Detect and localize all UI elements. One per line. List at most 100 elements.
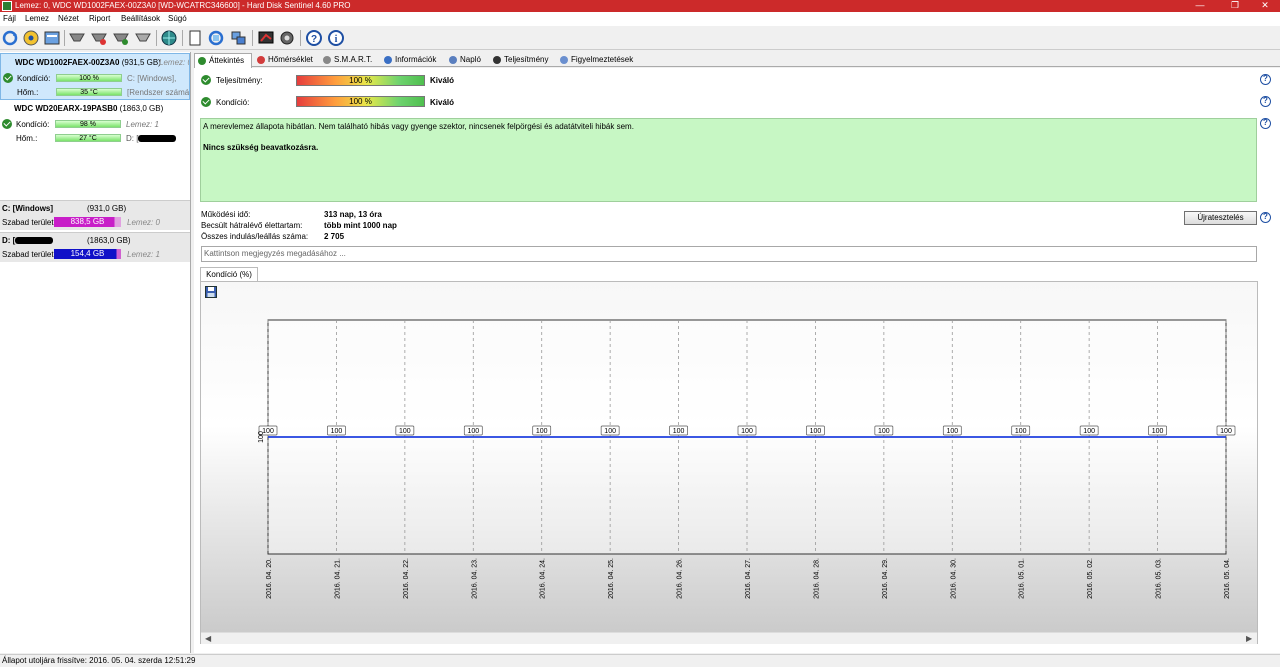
partition-item-c[interactable]: C: [Windows] (931,0 GB) Szabad terület 8… [0,200,190,230]
svg-text:i: i [335,34,338,45]
health-label: Kondíció: [17,74,51,83]
tab-overview[interactable]: Áttekintés [194,53,252,68]
scroll-left-icon[interactable]: ◀ [205,634,211,643]
disk-test-icon[interactable] [68,29,86,47]
redacted-label [15,237,54,245]
title-bar: Lemez: 0, WDC WD1002FAEX-00Z3A0 [WD-WCAT… [0,0,1280,12]
disk-partition-info: C: [Windows], [127,74,177,83]
log-icon [449,56,457,64]
network-icon[interactable] [229,29,247,47]
tab-temperature[interactable]: Hőmérséklet [254,53,318,67]
disk-list-panel: WDC WD1002FAEX-00Z3A0 (931,5 GB) Lemez: … [0,52,191,653]
free-space-bar: 154,4 GB [54,249,121,259]
health-rating: Kiváló [430,98,455,107]
status-bar: Állapot utoljára frissítve: 2016. 05. 04… [0,654,1280,667]
menu-disk[interactable]: Lemez [25,14,49,24]
lifetime-label: Becsült hátralévő élettartam: [201,221,303,230]
menu-file[interactable]: Fájl [3,14,16,24]
x-tick-label: 2016. 05. 03. [1156,558,1163,599]
info-icon [384,56,392,64]
health-bar: 98 % [55,120,121,128]
data-label: 100 [1152,428,1164,435]
x-tick-label: 2016. 04. 24. [540,558,547,599]
tab-information[interactable]: Információk [381,53,441,67]
retest-help-icon[interactable]: ? [1260,212,1271,223]
sync-icon[interactable] [207,29,225,47]
document-icon[interactable] [186,29,204,47]
disk-item-1[interactable]: WDC WD20EARX-19PASB0 (1863,0 GB) Kondíci… [0,100,190,147]
partition-name: D: [ [2,236,54,245]
ok-check-icon [3,73,13,83]
partition-disk-number: Lemez: 1 [127,250,160,259]
scroll-right-icon[interactable]: ▶ [1246,634,1252,643]
disk-scan-icon[interactable] [22,29,40,47]
power-on-label: Működési idő: [201,210,251,219]
free-space-label: Szabad terület [2,250,54,259]
x-tick-label: 2016. 04. 22. [403,558,410,599]
ok-check-icon [2,119,12,129]
x-tick-label: 2016. 04. 30. [950,558,957,599]
status-text: A merevlemez állapota hibátlan. Nem talá… [203,122,634,131]
power-on-value: 313 nap, 13 óra [324,210,382,219]
chart-tab-health[interactable]: Kondíció (%) [200,267,258,281]
repair-icon[interactable] [112,29,130,47]
web-icon[interactable] [160,29,178,47]
note-input[interactable]: Kattintson megjegyzés megadásához ... [201,246,1257,262]
report-icon[interactable] [43,29,61,47]
partition-name: C: [Windows] [2,204,54,213]
free-space-bar: 838,5 GB [54,217,121,227]
health-bar: 100 % [296,96,425,107]
retest-button[interactable]: Újratesztelés [1184,211,1257,225]
settings-icon[interactable] [278,29,296,47]
tab-smart[interactable]: S.M.A.R.T. [320,53,377,67]
performance-rating: Kiváló [430,76,455,85]
lifetime-value: több mint 1000 nap [324,221,397,230]
info-icon[interactable]: i [327,29,345,47]
menu-view[interactable]: Nézet [58,14,79,24]
overview-content: Teljesítmény: 100 % Kiváló ? Kondíció: 1… [194,68,1280,653]
data-label: 100 [604,428,616,435]
x-tick-label: 2016. 04. 23. [471,558,478,599]
refresh-icon[interactable] [1,29,19,47]
menu-settings[interactable]: Beállítások [121,14,160,24]
x-tick-label: 2016. 05. 01. [1019,558,1026,599]
partition-size: (931,0 GB) [87,204,127,213]
health-chart-area: 100 100 100 100 100 100 100 100 100 100 100 100 100 1… [200,281,1258,644]
tab-alerts[interactable]: Figyelmeztetések [557,53,637,67]
partition-item-d[interactable]: D: [ (1863,0 GB) Szabad terület 154,4 GB… [0,232,190,262]
disk-partition-info-2: [Rendszer számára fenntartott] [127,88,189,97]
performance-icon[interactable] [257,29,275,47]
performance-help-icon[interactable]: ? [1260,74,1271,85]
x-tick-label: 2016. 04. 27. [745,558,752,599]
menu-bar: Fájl Lemez Nézet Riport Beállítások Súgó [0,12,1280,26]
menu-report[interactable]: Riport [89,14,110,24]
disk-item-0[interactable]: WDC WD1002FAEX-00Z3A0 (931,5 GB) Lemez: … [0,53,190,100]
data-label: 100 [536,428,548,435]
thermometer-icon [257,56,265,64]
health-help-icon[interactable]: ? [1260,96,1271,107]
data-label: 100 [1083,428,1095,435]
health-bar: 100 % [56,74,122,82]
menu-help[interactable]: Súgó [168,14,187,24]
maximize-button[interactable]: ❐ [1220,0,1250,12]
health-ok-icon [201,97,211,107]
status-action: Nincs szükség beavatkozásra. [203,143,319,152]
disk-number: Lemez: 1 [126,120,159,129]
status-help-icon[interactable]: ? [1260,118,1271,129]
data-label: 100 [1015,428,1027,435]
minimize-button[interactable]: — [1185,0,1215,12]
check-icon [198,57,206,65]
data-label: 100 [673,428,685,435]
health-line-chart: 100 100 100 100 100 100 100 100 100 100 100 100 100 1… [258,319,1236,599]
x-tick-label: 2016. 05. 02. [1087,558,1094,599]
app-window: Lemez: 0, WDC WD1002FAEX-00Z3A0 [WD-WCAT… [0,0,1280,667]
performance-label: Teljesítmény: [216,76,263,85]
chart-horizontal-scrollbar[interactable]: ◀ ▶ [201,632,1257,644]
performance-bar: 100 % [296,75,425,86]
disk-tool-icon[interactable] [134,29,152,47]
surface-test-icon[interactable] [90,29,108,47]
close-button[interactable]: ✕ [1250,0,1280,12]
tab-performance[interactable]: Teljesítmény [490,53,552,67]
help-icon[interactable]: ? [305,29,323,47]
tab-log[interactable]: Napló [446,53,486,67]
